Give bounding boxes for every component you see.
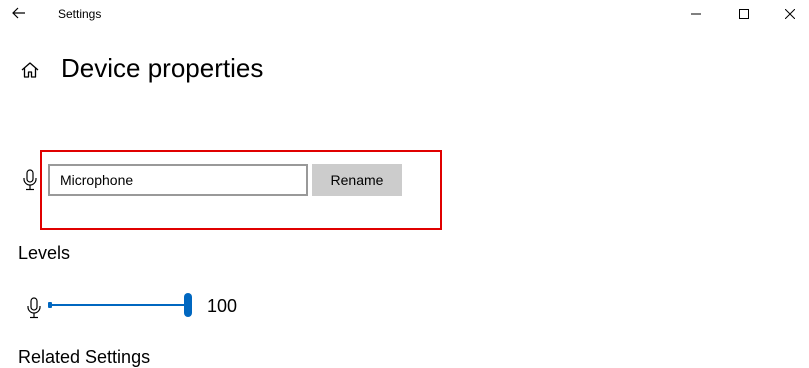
levels-heading: Levels [18,243,71,263]
page-title: Device properties [61,53,264,83]
minimize-button[interactable] [673,0,719,28]
maximize-icon [739,9,749,19]
app-title: Settings [58,7,102,21]
back-button[interactable] [8,2,32,26]
volume-value: 100 [207,296,238,316]
back-arrow-icon [12,7,25,19]
home-icon [21,62,39,78]
slider-track [50,304,186,306]
microphone-icon [23,169,37,191]
slider-thumb[interactable] [184,293,192,317]
title-bar: Settings [0,0,809,28]
maximize-button[interactable] [721,0,767,28]
rename-button[interactable]: Rename [312,164,402,196]
close-button[interactable] [767,0,809,28]
home-button[interactable] [20,60,40,80]
minimize-icon [691,13,701,15]
device-name-input[interactable] [48,164,308,196]
close-icon [785,9,795,19]
microphone-icon [27,297,41,319]
volume-slider[interactable] [48,293,192,319]
